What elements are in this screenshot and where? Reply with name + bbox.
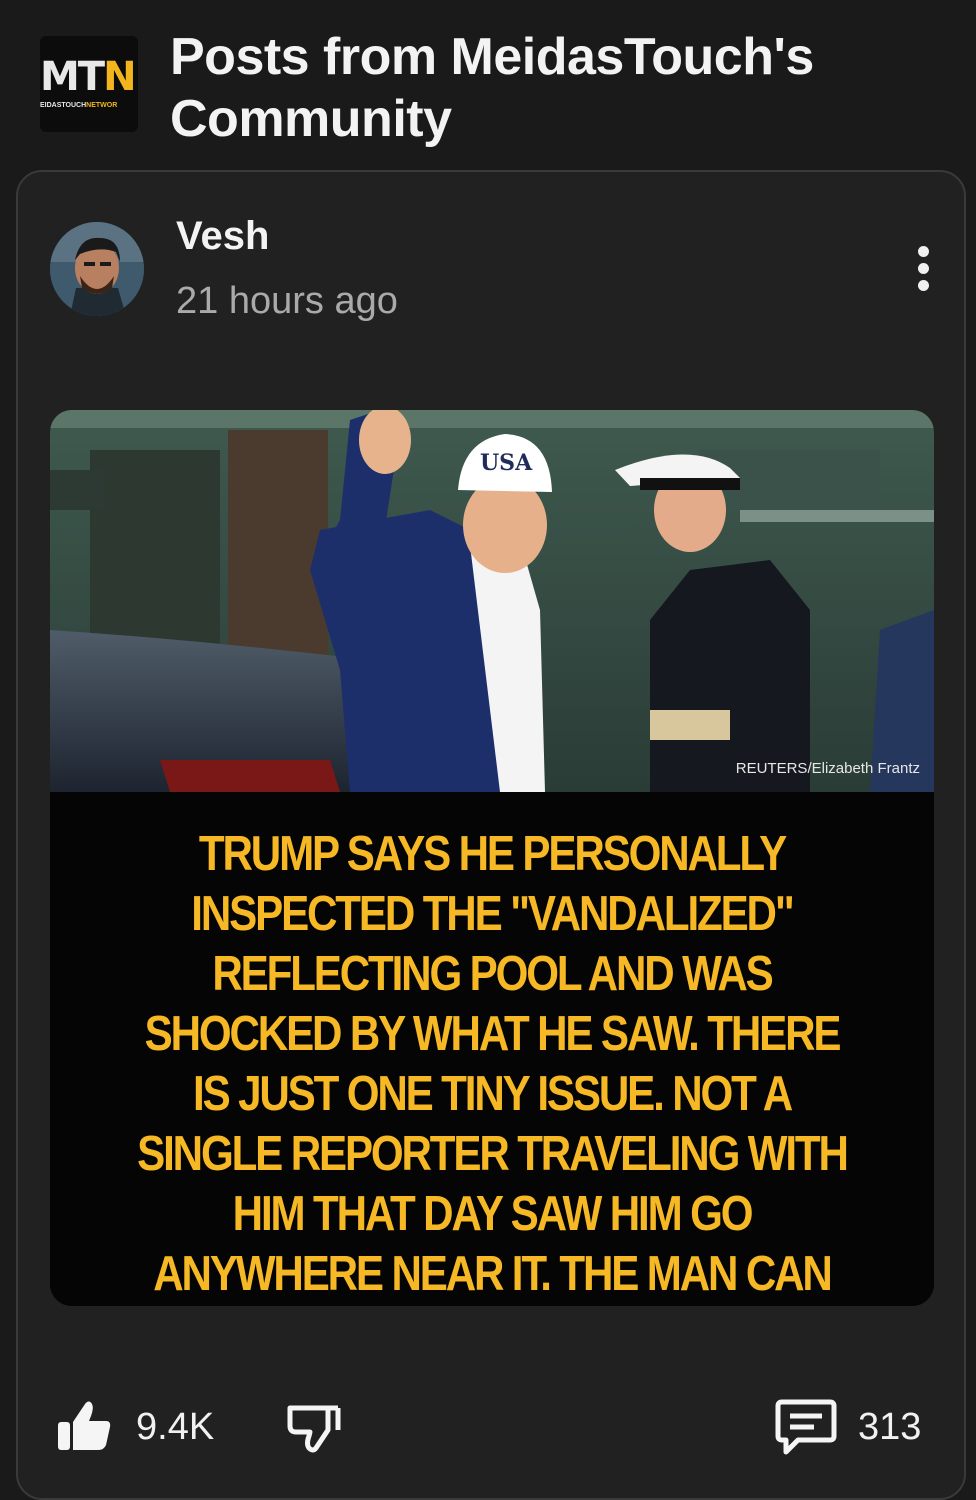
community-post-card: Vesh 21 hours ago USA REUTERS/Elizabeth … [16,170,966,1500]
logo-tagline: EIDASTOUCHNETWOR [40,102,118,109]
thumbs-up-icon[interactable] [54,1396,114,1456]
thumbs-down-icon[interactable] [284,1396,344,1456]
hat-text: USA [480,450,533,476]
logo-letters: MTN [40,54,137,100]
meme-caption: TRUMP SAYS HE PERSONALLY INSPECTED THE "… [137,827,849,1301]
meme-caption-block: TRUMP SAYS HE PERSONALLY INSPECTED THE "… [50,792,934,1306]
post-actions: 9.4K 313 [18,1382,964,1472]
comment-icon[interactable] [774,1396,838,1456]
more-vert-icon[interactable] [906,242,942,294]
post-image[interactable]: USA REUTERS/Elizabeth Frantz TRUMP SAYS … [50,410,934,1306]
page-header: MTN EIDASTOUCHNETWOR Posts from MeidasTo… [0,0,976,170]
author-avatar[interactable] [50,222,144,316]
comment-count: 313 [858,1406,922,1448]
post-timestamp[interactable]: 21 hours ago [176,280,398,323]
like-count: 9.4K [136,1406,215,1448]
channel-logo[interactable]: MTN EIDASTOUCHNETWOR [40,36,138,132]
news-photo: USA [50,410,934,792]
author-name[interactable]: Vesh [176,214,269,259]
page-title: Posts from MeidasTouch's Community [170,28,814,148]
photo-credit: REUTERS/Elizabeth Frantz [735,760,920,777]
